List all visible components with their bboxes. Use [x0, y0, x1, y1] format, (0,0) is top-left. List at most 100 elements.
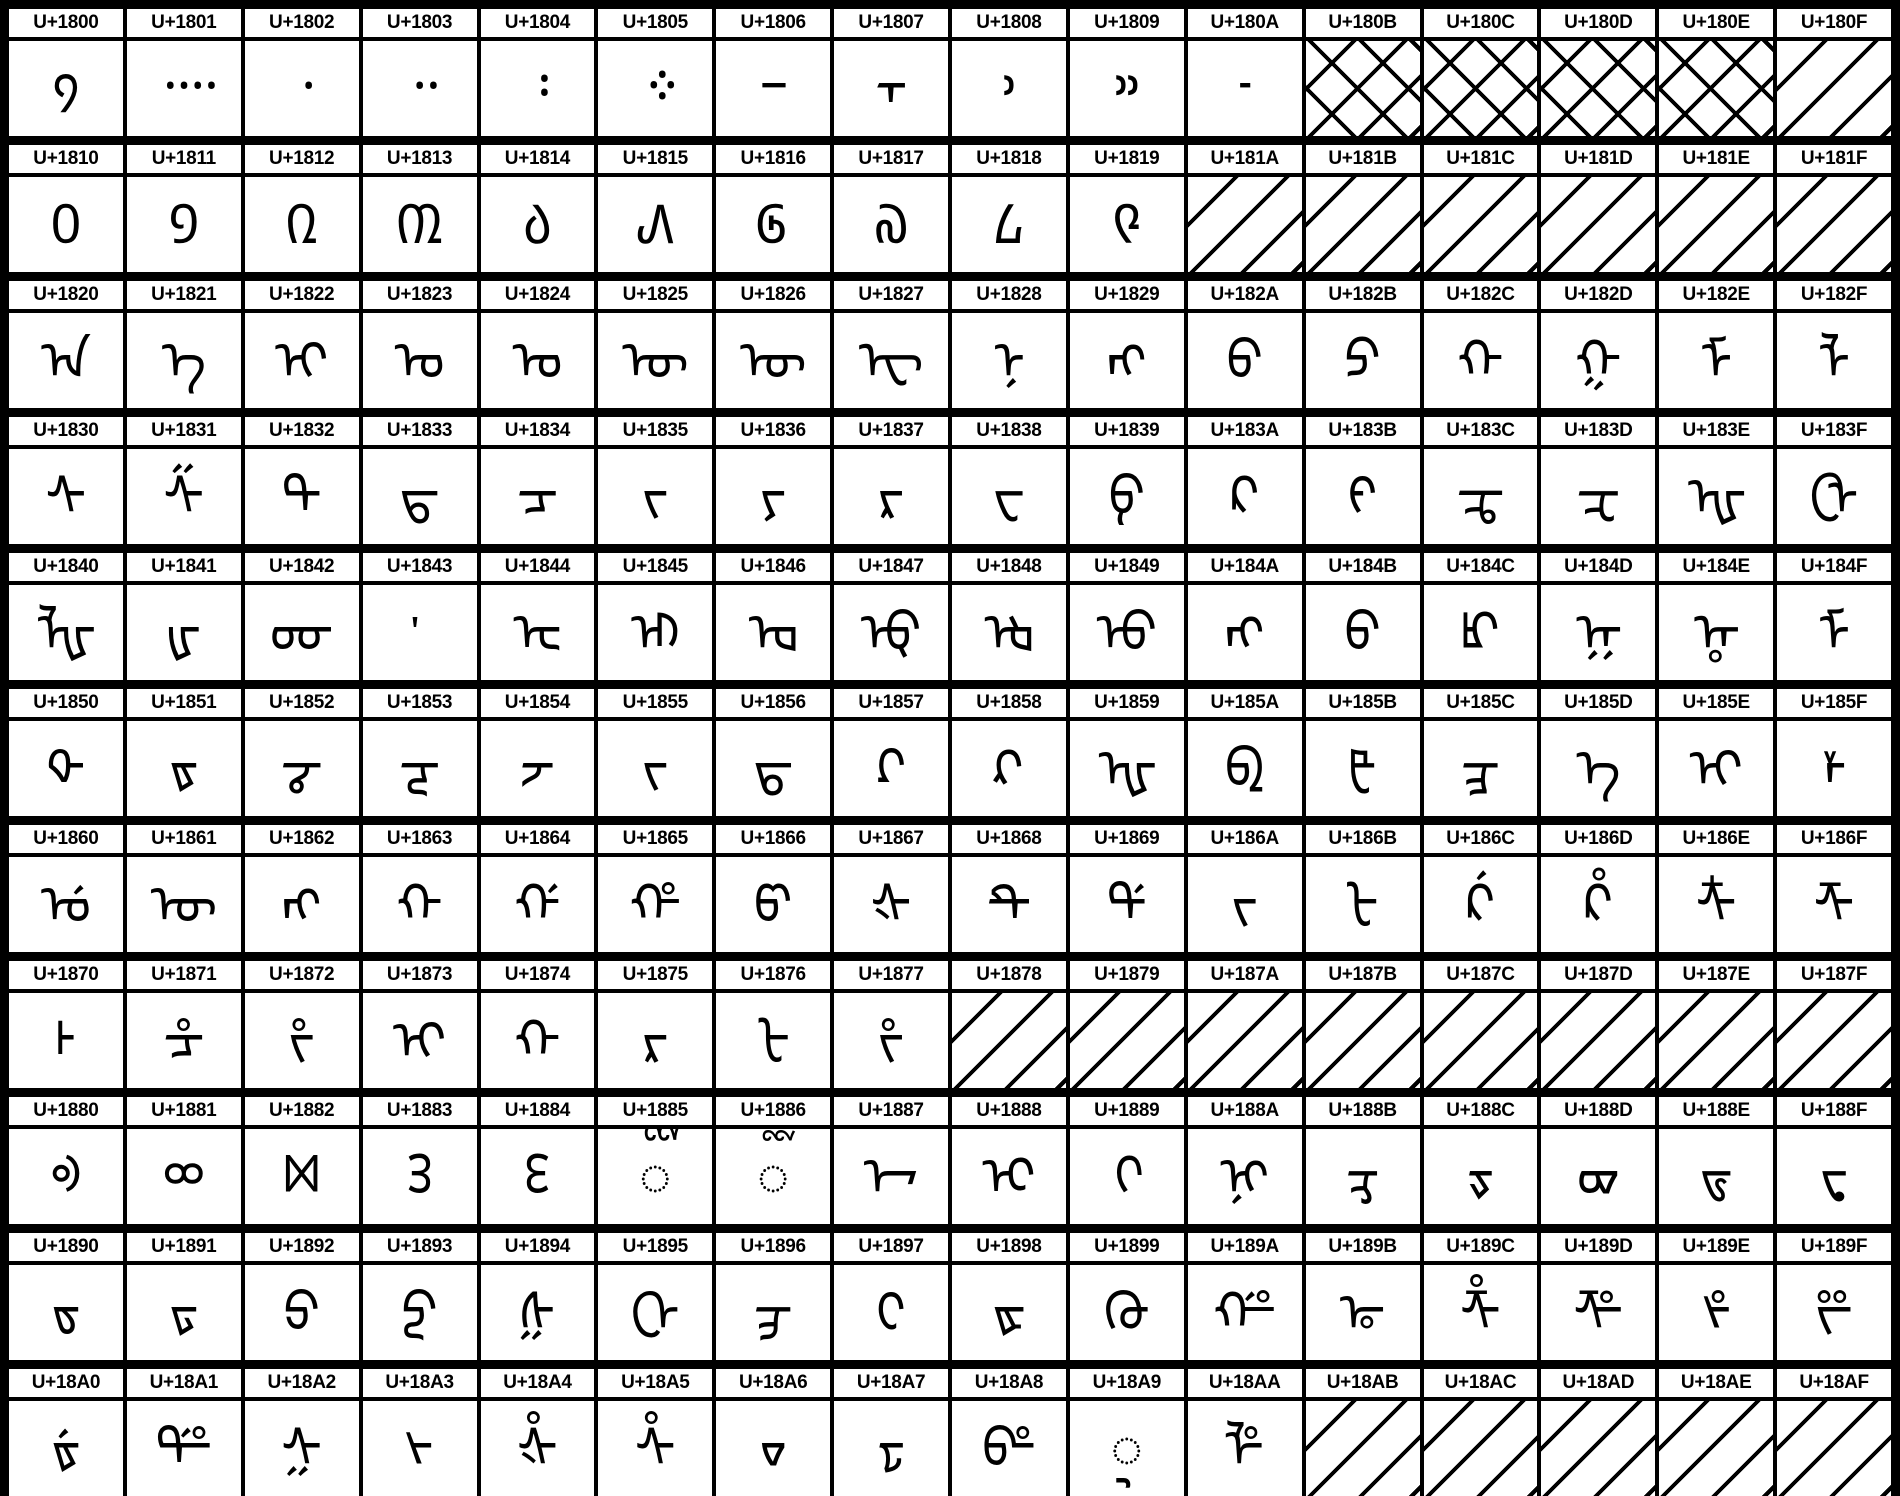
unassigned-hatch: [1659, 177, 1774, 272]
glyph: ᢎ: [1659, 1129, 1774, 1224]
code-point-cell: U+1843 ᡃ: [362, 553, 477, 680]
glyph: ᢝ: [1541, 1265, 1656, 1360]
code-point-cell: U+1819 ᠙: [1069, 145, 1184, 272]
code-point-cell: U+188C ᢌ: [1423, 1097, 1538, 1224]
code-point-cell: U+1895 ᢕ: [598, 1233, 713, 1360]
code-point-cell: U+1876 ᡶ: [716, 961, 831, 1088]
code-point-label: U+1818: [952, 145, 1066, 173]
code-point-label: U+183A: [1187, 417, 1302, 445]
glyph: ᠦ: [716, 313, 831, 408]
glyph: ᢣ: [362, 1401, 477, 1496]
code-point-label: U+1846: [716, 553, 831, 581]
glyph: ᠅: [598, 41, 713, 136]
code-point-label: U+1826: [716, 281, 831, 309]
glyph: ᢓ: [362, 1265, 477, 1360]
code-point-label: U+1808: [952, 9, 1066, 37]
code-point-label: U+1847: [834, 553, 948, 581]
code-point-cell: U+1815 ᠕: [598, 145, 713, 272]
code-point-cell: U+1807 ᠇: [834, 9, 948, 136]
unassigned-hatch: [1541, 1401, 1656, 1496]
code-point-label: U+1827: [834, 281, 948, 309]
unassigned-hatch: [1423, 1401, 1538, 1496]
code-point-cell: U+189A ᢚ: [1187, 1233, 1302, 1360]
code-point-label: U+1888: [952, 1097, 1066, 1125]
code-point-cell: U+1818 ᠘: [952, 145, 1066, 272]
code-point-label: U+182C: [1423, 281, 1538, 309]
code-point-label: U+18A3: [362, 1369, 477, 1397]
glyph: ᠊: [1187, 41, 1302, 136]
code-point-cell: U+184E ᡎ: [1659, 553, 1774, 680]
code-point-label: U+1828: [952, 281, 1066, 309]
code-point-label: U+181C: [1423, 145, 1538, 173]
code-point-label: U+1838: [952, 417, 1066, 445]
code-point-cell: U+186E ᡮ: [1659, 825, 1774, 952]
glyph: ᡭ: [1541, 857, 1656, 952]
glyph: ᡥ: [598, 857, 713, 952]
code-point-cell: U+185B ᡛ: [1305, 689, 1420, 816]
glyph: ᢇ: [834, 1129, 948, 1224]
code-point-cell: U+18A7 ᢧ: [834, 1369, 948, 1496]
code-point-label: U+1857: [834, 689, 948, 717]
code-point-label: U+185E: [1659, 689, 1774, 717]
code-point-label: U+185A: [1187, 689, 1302, 717]
code-point-label: U+1890: [9, 1233, 123, 1261]
code-point-cell: U+1850 ᡐ: [9, 689, 123, 816]
code-point-label: U+1842: [244, 553, 359, 581]
glyph: ᢈ: [952, 1129, 1066, 1224]
code-point-cell: U+180D: [1541, 9, 1656, 136]
code-point-cell: U+187D: [1541, 961, 1656, 1088]
code-point-label: U+188A: [1187, 1097, 1302, 1125]
glyph: ᢪ: [1187, 1401, 1302, 1496]
unassigned-hatch: [1187, 177, 1302, 272]
code-point-label: U+189C: [1423, 1233, 1538, 1261]
code-point-cell: U+1838 ᠸ: [952, 417, 1066, 544]
code-point-cell: U+1811 ᠑: [126, 145, 241, 272]
code-point-label: U+189F: [1777, 1233, 1891, 1261]
code-point-label: U+182A: [1187, 281, 1302, 309]
code-point-cell: U+1873 ᡳ: [362, 961, 477, 1088]
code-point-cell: U+1827 ᠧ: [834, 281, 948, 408]
glyph: ᠂: [244, 41, 359, 136]
code-point-cell: U+1893 ᢓ: [362, 1233, 477, 1360]
code-point-label: U+18A4: [480, 1369, 595, 1397]
glyph: ᠕: [598, 177, 713, 272]
code-point-label: U+181E: [1659, 145, 1774, 173]
code-point-label: U+18AB: [1305, 1369, 1420, 1397]
code-point-cell: U+18A6 ᢦ: [716, 1369, 831, 1496]
code-point-label: U+18AC: [1423, 1369, 1538, 1397]
code-point-cell: U+1834 ᠴ: [480, 417, 595, 544]
code-point-cell: U+1813 ᠓: [362, 145, 477, 272]
code-point-cell: U+1898 ᢘ: [952, 1233, 1066, 1360]
code-point-label: U+187F: [1777, 961, 1891, 989]
code-point-label: U+1894: [480, 1233, 595, 1261]
code-point-cell: U+18A9 ◌ᢩ: [1069, 1369, 1184, 1496]
code-point-cell: U+180F: [1777, 9, 1891, 136]
glyph: ᡝ: [1541, 721, 1656, 816]
code-point-label: U+184E: [1659, 553, 1774, 581]
code-point-cell: U+180B: [1305, 9, 1420, 136]
code-point-cell: U+1879: [1069, 961, 1184, 1088]
glyph: ᢠ: [9, 1401, 123, 1496]
code-point-cell: U+182B ᠫ: [1305, 281, 1420, 408]
code-point-cell: U+187F: [1777, 961, 1891, 1088]
glyph: ᠔: [480, 177, 595, 272]
glyph: ᡂ: [244, 585, 359, 680]
code-point-label: U+1880: [9, 1097, 123, 1125]
code-point-cell: U+1812 ᠒: [244, 145, 359, 272]
code-point-cell: U+1846 ᡆ: [716, 553, 831, 680]
glyph: ᠱ: [126, 449, 241, 544]
glyph: ᡮ: [1659, 857, 1774, 952]
glyph: ᠠ: [9, 313, 123, 408]
code-point-cell: U+1870 ᡰ: [9, 961, 123, 1088]
code-point-label: U+184C: [1423, 553, 1538, 581]
code-point-cell: U+18AC: [1423, 1369, 1538, 1496]
code-point-label: U+1836: [716, 417, 831, 445]
code-point-label: U+1844: [480, 553, 595, 581]
code-point-cell: U+183C ᠼ: [1423, 417, 1538, 544]
code-point-cell: U+181F: [1777, 145, 1891, 272]
code-point-cell: U+1858 ᡘ: [952, 689, 1066, 816]
glyph: ᠼ: [1423, 449, 1538, 544]
code-point-cell: U+1883 ᢃ: [362, 1097, 477, 1224]
glyph: ᡄ: [480, 585, 595, 680]
glyph: ᢜ: [1423, 1265, 1538, 1360]
